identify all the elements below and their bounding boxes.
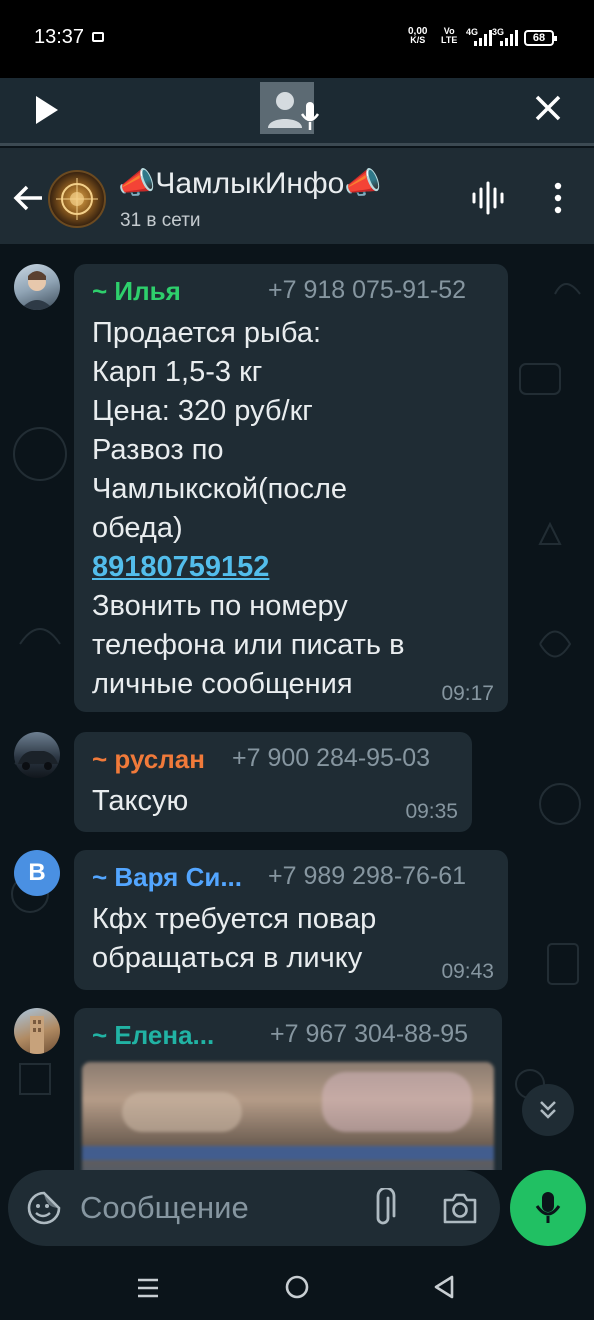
group-logo-icon — [56, 178, 98, 220]
avatar-letter: В — [28, 859, 46, 886]
message-line: обращаться в личку — [92, 942, 363, 974]
message-line: телефона или писать в — [92, 629, 405, 661]
group-avatar[interactable] — [48, 170, 106, 228]
message-list[interactable]: ~ Илья +7 918 075-91-52 Продается рыба: … — [0, 244, 594, 1170]
message-line: Звонить по номеру — [92, 590, 348, 622]
message-line: обеда) — [92, 512, 183, 544]
emoji-button[interactable] — [26, 1190, 62, 1226]
media-blur-shape — [122, 1092, 242, 1132]
signal2-bars-icon — [500, 30, 518, 46]
online-count: 31 в сети — [120, 210, 201, 231]
avatar-elena[interactable] — [14, 1008, 60, 1054]
avatar-ruslan[interactable] — [14, 732, 60, 778]
net-speed: 0,00 K/S — [408, 27, 427, 45]
sender-phone: +7 967 304-88-95 — [270, 1020, 469, 1048]
message-text[interactable]: Продается рыба: Карп 1,5-3 кг Цена: 320 … — [92, 314, 405, 704]
back-triangle-icon — [434, 1275, 454, 1299]
sender-phone: +7 918 075-91-52 — [268, 276, 467, 304]
close-voice-button[interactable] — [528, 88, 568, 128]
message-input[interactable] — [80, 1186, 340, 1230]
emoji-sticker-icon — [27, 1191, 61, 1225]
system-back-button[interactable] — [430, 1272, 460, 1302]
more-vert-icon — [554, 182, 562, 214]
message-time: 09:43 — [441, 960, 494, 983]
sender-name[interactable]: ~ Илья — [92, 276, 181, 307]
message-line: Чамлыкской(после — [92, 473, 348, 505]
status-bar: 13:37 0,00 K/S Vo LTE 4G 3G 68 — [0, 0, 594, 78]
screen-record-icon — [92, 32, 104, 42]
back-button[interactable] — [10, 180, 46, 216]
camera-button[interactable] — [440, 1188, 480, 1228]
mic-icon — [535, 1192, 561, 1223]
ilya-photo-icon — [20, 271, 54, 310]
battery-icon: 68 — [524, 30, 557, 46]
home-button[interactable] — [282, 1272, 312, 1302]
voice-user-mic-icon — [268, 92, 320, 130]
home-circle-icon — [285, 1275, 309, 1299]
double-chevron-down-icon — [540, 1101, 556, 1119]
volte-bottom: LTE — [441, 35, 458, 45]
avatar-ilya[interactable] — [14, 264, 60, 310]
message-line: Цена: 320 руб/кг — [92, 395, 313, 427]
message-text[interactable]: Кфх требуется повар обращаться в личку — [92, 900, 376, 978]
status-time: 13:37 — [34, 26, 85, 48]
message-bubble[interactable]: ~ руслан +7 900 284-95-03 Таксую 09:35 — [74, 732, 472, 832]
voice-chat-waveform-icon — [472, 181, 504, 215]
message-composer[interactable] — [8, 1170, 500, 1246]
message-line: Кфх требуется повар — [92, 903, 377, 935]
chat-title[interactable]: 📣ЧамлыкИнфо📣 — [118, 166, 382, 201]
net-speed-unit: K/S — [410, 35, 426, 45]
more-menu-button[interactable] — [544, 178, 572, 218]
recents-button[interactable] — [134, 1274, 162, 1302]
play-button[interactable] — [24, 88, 70, 132]
media-blur-shape — [82, 1146, 494, 1160]
media-preview[interactable] — [82, 1062, 494, 1170]
signal1-bars-icon — [474, 30, 492, 46]
chat-header[interactable]: 📣ЧамлыкИнфо📣 31 в сети — [0, 148, 594, 244]
message-bubble[interactable]: ~ Илья +7 918 075-91-52 Продается рыба: … — [74, 264, 508, 712]
sender-name[interactable]: ~ Варя Си... — [92, 862, 242, 893]
scroll-to-bottom-button[interactable] — [522, 1084, 574, 1136]
avatar-varya[interactable]: В — [14, 850, 60, 896]
voice-participant-avatar[interactable] — [260, 82, 320, 134]
message-line: Карп 1,5-3 кг — [92, 356, 263, 388]
voice-chat-button[interactable] — [468, 178, 508, 218]
message-time: 09:17 — [441, 682, 494, 705]
message-line: Таксую — [92, 785, 189, 817]
voice-record-button[interactable] — [510, 1170, 586, 1246]
voice-progress-track — [0, 143, 594, 146]
volte-indicator: Vo LTE — [441, 27, 457, 45]
system-navigation-bar — [0, 1256, 594, 1320]
close-icon — [535, 95, 561, 121]
message-line: Продается рыба: — [92, 317, 321, 349]
message-bubble[interactable]: ~ Варя Си... +7 989 298-76-61 Кфх требуе… — [74, 850, 508, 990]
battery-level: 68 — [532, 32, 546, 44]
sender-name[interactable]: ~ руслан — [92, 744, 205, 775]
media-blur-shape — [322, 1072, 472, 1132]
message-line: личные сообщения — [92, 668, 353, 700]
phone-link[interactable]: 89180759152 — [92, 548, 405, 587]
message-bubble[interactable]: ~ Елена... +7 967 304-88-95 — [74, 1008, 502, 1170]
paperclip-icon — [376, 1186, 396, 1225]
sender-name[interactable]: ~ Елена... — [92, 1020, 214, 1051]
sender-phone: +7 900 284-95-03 — [232, 744, 431, 772]
ruslan-car-photo-icon — [18, 751, 58, 770]
elena-building-photo-icon — [30, 1016, 44, 1054]
message-time: 09:35 — [405, 800, 458, 823]
message-line: Развоз по — [92, 434, 224, 466]
play-icon — [36, 96, 58, 124]
recents-icon — [138, 1278, 158, 1298]
sender-phone: +7 989 298-76-61 — [268, 862, 467, 890]
camera-icon — [443, 1193, 477, 1224]
attach-button[interactable] — [366, 1186, 402, 1228]
back-arrow-icon — [13, 185, 42, 211]
message-text[interactable]: Таксую — [92, 782, 188, 821]
